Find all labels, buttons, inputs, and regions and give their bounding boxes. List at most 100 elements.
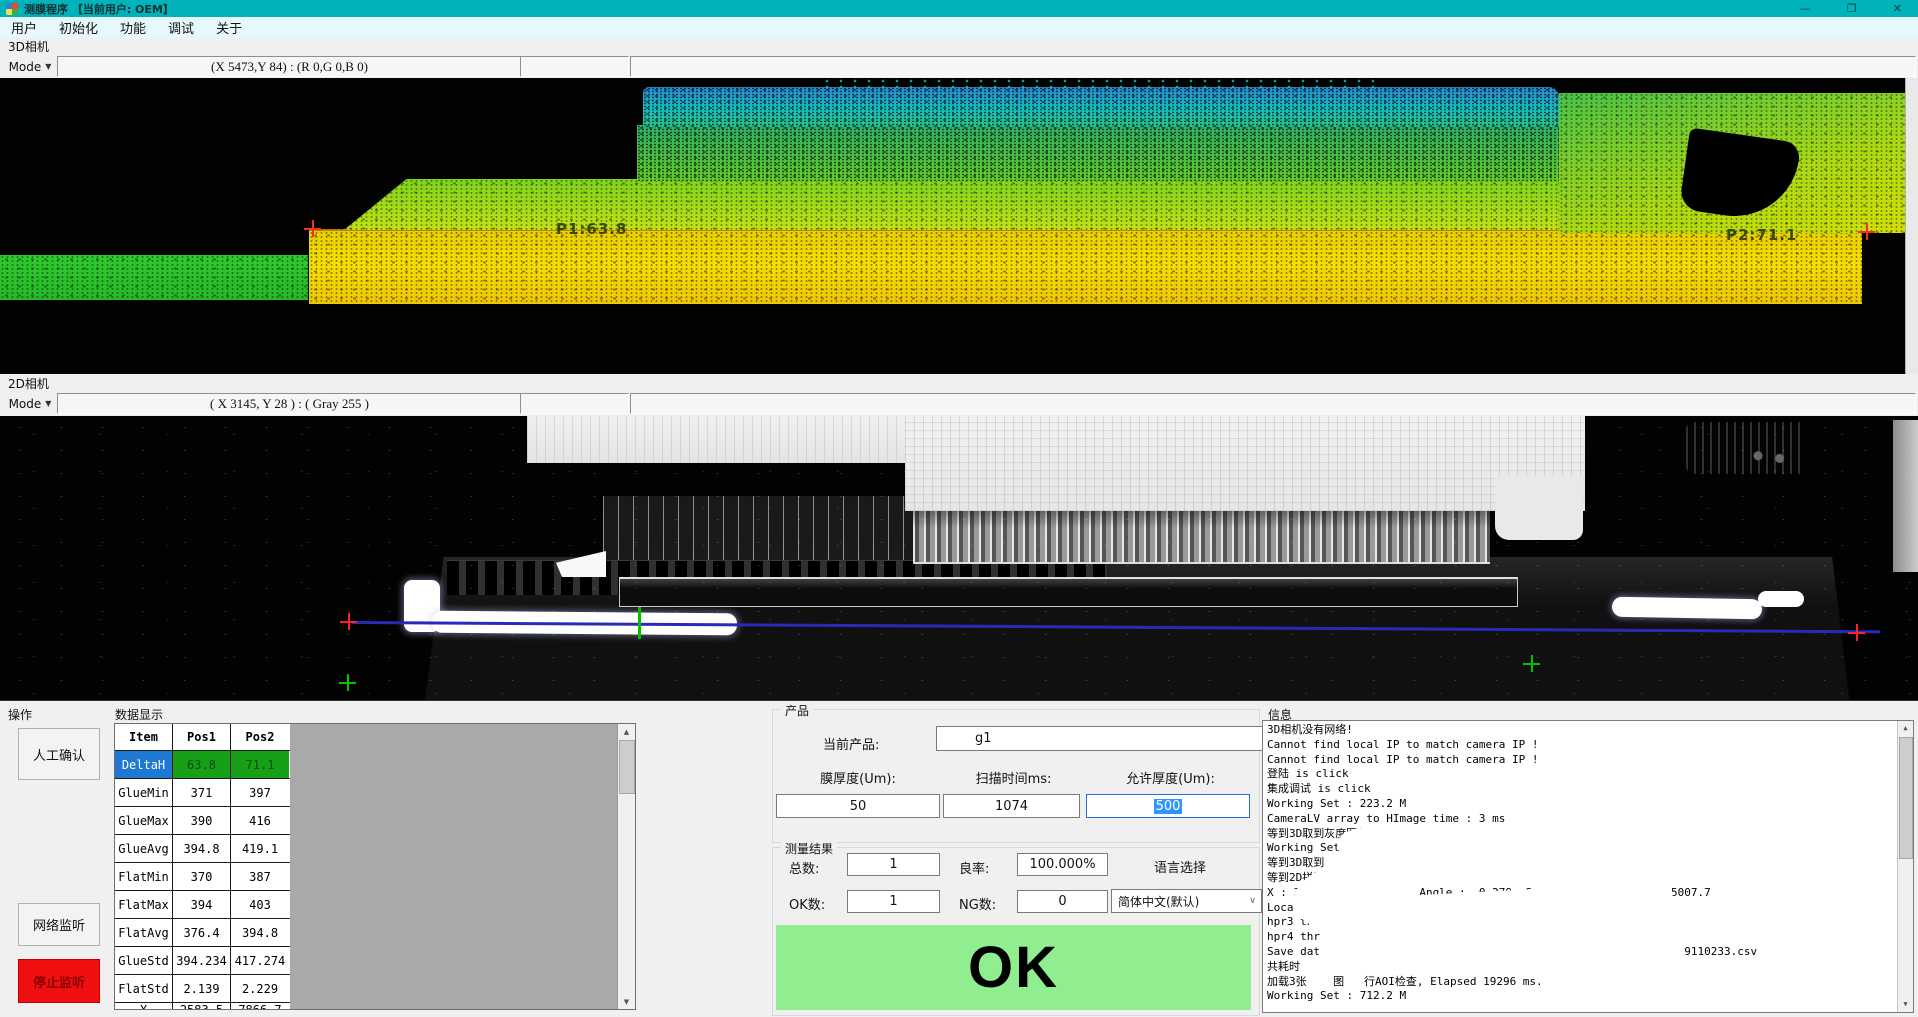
cell-item: GlueMin [115, 779, 173, 806]
camera3d-scrollbar[interactable] [1905, 78, 1918, 374]
menu-init[interactable]: 初始化 [48, 18, 109, 37]
ng-count-label: NG数: [959, 894, 996, 913]
log-line: Cannot find local IP to match camera IP … [1263, 738, 1893, 753]
menu-user[interactable]: 用户 [0, 18, 48, 37]
table-row[interactable]: X 2583.5 7866.7 [115, 1003, 290, 1010]
scan-time-input[interactable]: 1074 [943, 794, 1080, 818]
menu-about[interactable]: 关于 [205, 18, 253, 37]
connector-left-dark [603, 496, 915, 560]
network-listen-button[interactable]: 网络监听 [18, 903, 100, 946]
scroll-down-icon[interactable]: ▼ [1898, 997, 1913, 1012]
window-controls: — ❐ ✕ [1800, 0, 1912, 17]
cell-item: GlueMax [115, 807, 173, 834]
col-header-pos2: Pos2 [231, 724, 289, 750]
total-count-field[interactable]: 1 [847, 853, 940, 876]
table-row[interactable]: FlatAvg 376.4 394.8 [115, 919, 290, 947]
table-row[interactable]: FlatMin 370 387 [115, 863, 290, 891]
menu-debug[interactable]: 调试 [157, 18, 205, 37]
col-header-item: Item [115, 724, 173, 750]
table-row[interactable]: GlueMin 371 397 [115, 779, 290, 807]
log-line: Cannot find local IP to match camera IP … [1263, 753, 1893, 768]
ok-count-label: OK数: [789, 894, 825, 913]
cell-pos2: 71.1 [231, 751, 289, 778]
selected-text: 500 [1154, 799, 1183, 814]
glue-blob-right-small [1758, 591, 1804, 607]
crosshair-marker-red-right [1858, 223, 1875, 240]
camera3d-status-spacer [630, 56, 1916, 77]
menu-bar: 用户 初始化 功能 调试 关于 [0, 17, 1918, 38]
product-title: 产品 [781, 702, 813, 719]
language-select-value: 简体中文(默认) [1118, 893, 1199, 910]
minimize-icon[interactable]: — [1800, 0, 1811, 17]
status-badge: OK [776, 925, 1251, 1010]
table-row[interactable]: DeltaH 63.8 71.1 [115, 751, 290, 779]
log-line: Working Set : 223.2 M [1263, 797, 1893, 812]
ng-count-field[interactable]: 0 [1017, 890, 1108, 913]
p2-annotation: P2:71.1 [1726, 226, 1797, 244]
table-row[interactable]: FlatStd 2.139 2.229 [115, 975, 290, 1003]
chevron-down-icon: ∨ [1249, 896, 1256, 906]
cell-pos1: 394.234 [173, 947, 231, 974]
allow-thickness-input[interactable]: 500 [1086, 794, 1250, 818]
mode-label: Mode [9, 60, 42, 74]
ok-count-field[interactable]: 1 [847, 890, 940, 913]
cell-item: GlueStd [115, 947, 173, 974]
stop-listen-button[interactable]: 停止监听 [18, 959, 100, 1003]
camera3d-section-label: 3D相机 [0, 38, 1918, 55]
table-scrollbar[interactable]: ▲ ▼ [617, 724, 635, 1009]
camera3d-viewport[interactable]: P1:63.8 P2:71.1 [0, 78, 1918, 374]
table-row[interactable]: GlueAvg 394.8 419.1 [115, 835, 290, 863]
camera2d-mode-button[interactable]: Mode ▼ [3, 394, 57, 413]
manual-confirm-button[interactable]: 人工确认 [18, 728, 100, 780]
p1-annotation: P1:63.8 [556, 220, 627, 238]
table-row[interactable]: GlueMax 390 416 [115, 807, 290, 835]
bottom-panel: 操作 人工确认 网络监听 停止监听 数据显示 Item Pos1 Pos2 De… [0, 700, 1918, 1017]
menu-function[interactable]: 功能 [109, 18, 157, 37]
scroll-up-icon[interactable]: ▲ [618, 724, 635, 739]
heightmap-top-flecks [820, 78, 1380, 90]
scroll-up-icon[interactable]: ▲ [1898, 721, 1913, 736]
camera3d-mode-button[interactable]: Mode ▼ [3, 57, 57, 76]
camera2d-status-spacer [630, 393, 1916, 414]
close-icon[interactable]: ✕ [1893, 0, 1902, 17]
scrollbar-thumb[interactable] [1899, 737, 1913, 859]
current-product-input[interactable]: g1 [936, 726, 1288, 751]
log-line: 登陆 is click [1263, 767, 1893, 782]
yield-field[interactable]: 100.000% [1017, 853, 1108, 876]
data-grid[interactable]: Item Pos1 Pos2 DeltaH 63.8 71.1 GlueMin … [114, 723, 636, 1010]
restore-icon[interactable]: ❐ [1847, 0, 1857, 17]
cell-pos1: 390 [173, 807, 231, 834]
camera2d-status-cell [520, 393, 629, 414]
film-thickness-label: 膜厚度(Um): [793, 768, 923, 787]
app-window: 测膜程序 【当前用户: OEM】 — ❐ ✕ 用户 初始化 功能 调试 关于 3… [0, 0, 1918, 1017]
cell-pos1: 394 [173, 891, 231, 918]
allow-thickness-label: 允许厚度(Um): [1103, 768, 1238, 787]
language-select[interactable]: 简体中文(默认) ∨ [1111, 889, 1262, 913]
cell-pos1: 2583.5 [173, 1003, 231, 1010]
cell-pos2: 419.1 [231, 835, 289, 862]
mode-label: Mode [9, 397, 42, 411]
cell-pos2: 397 [231, 779, 289, 806]
camera3d-mode-bar: Mode ▼ (X 5473,Y 84) : (R 0,G 0,B 0) [0, 55, 1918, 78]
table-row[interactable]: FlatMax 394 403 [115, 891, 290, 919]
pcb-left-step [527, 416, 907, 463]
heightmap-top-cyan-band [643, 87, 1559, 127]
right-edge-object [1893, 420, 1918, 572]
cell-item: GlueAvg [115, 835, 173, 862]
film-thickness-input[interactable]: 50 [776, 794, 940, 818]
log-scrollbar[interactable]: ▲ ▼ [1897, 721, 1913, 1012]
table-header-row: Item Pos1 Pos2 [115, 724, 290, 751]
camera3d-status-cell [520, 56, 629, 77]
scroll-down-icon[interactable]: ▼ [618, 994, 635, 1009]
scrollbar-thumb[interactable] [619, 740, 635, 794]
info-log[interactable]: 3D相机没有网络! Cannot find local IP to match … [1262, 720, 1914, 1013]
cell-pos1: 394.8 [173, 835, 231, 862]
camera2d-viewport[interactable] [0, 416, 1918, 700]
pcb-board [905, 416, 1585, 511]
camera2d-mode-bar: Mode ▼ ( X 3145, Y 28 ) : ( Gray 255 ) [0, 392, 1918, 416]
table-row[interactable]: GlueStd 394.234 417.274 [115, 947, 290, 975]
result-title: 测量结果 [781, 840, 837, 857]
scan-time-label: 扫描时间ms: [951, 768, 1076, 787]
cell-pos2: 387 [231, 863, 289, 890]
log-line: hpr4 thr [1263, 930, 1893, 945]
